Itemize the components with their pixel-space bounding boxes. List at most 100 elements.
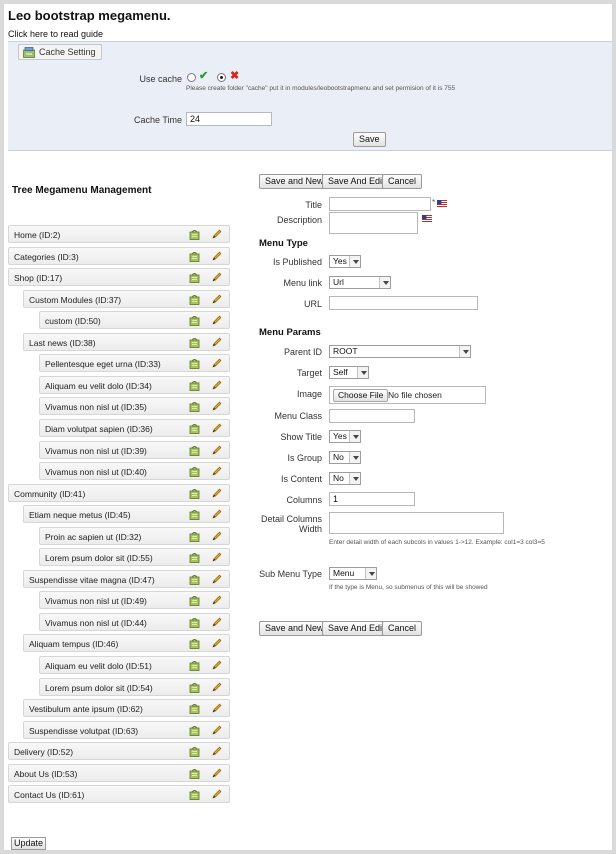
description-textarea[interactable] bbox=[329, 212, 418, 234]
parent-id-select[interactable]: ROOT bbox=[329, 345, 471, 358]
is-content-select[interactable]: No bbox=[329, 472, 361, 485]
edit-pencil-icon[interactable] bbox=[211, 660, 222, 671]
save-and-edit-button-bottom[interactable]: Save And Edit bbox=[322, 621, 391, 636]
delete-basket-icon[interactable] bbox=[189, 595, 200, 606]
tree-item[interactable]: Last news (ID:38) bbox=[23, 333, 230, 351]
tree-item[interactable]: Pellentesque eget urna (ID:33) bbox=[39, 354, 230, 372]
url-input[interactable] bbox=[329, 296, 478, 310]
delete-basket-icon[interactable] bbox=[189, 380, 200, 391]
title-input[interactable] bbox=[329, 197, 431, 211]
tree-item[interactable]: custom (ID:50) bbox=[39, 311, 230, 329]
edit-pencil-icon[interactable] bbox=[211, 315, 222, 326]
edit-pencil-icon[interactable] bbox=[211, 595, 222, 606]
tree-item[interactable]: Diam volutpat sapien (ID:36) bbox=[39, 419, 230, 437]
edit-pencil-icon[interactable] bbox=[211, 423, 222, 434]
image-file-input[interactable]: Choose File No file chosen bbox=[329, 386, 486, 404]
edit-pencil-icon[interactable] bbox=[211, 703, 222, 714]
edit-pencil-icon[interactable] bbox=[211, 294, 222, 305]
edit-pencil-icon[interactable] bbox=[211, 617, 222, 628]
choose-file-button[interactable]: Choose File bbox=[333, 389, 389, 402]
delete-basket-icon[interactable] bbox=[189, 401, 200, 412]
edit-pencil-icon[interactable] bbox=[211, 229, 222, 240]
delete-basket-icon[interactable] bbox=[189, 531, 200, 542]
columns-input[interactable] bbox=[329, 492, 415, 506]
tree-item[interactable]: Home (ID:2) bbox=[8, 225, 230, 243]
edit-pencil-icon[interactable] bbox=[211, 272, 222, 283]
tree-item[interactable]: Vivamus non nisl ut (ID:40) bbox=[39, 462, 230, 480]
delete-basket-icon[interactable] bbox=[189, 746, 200, 757]
tree-item[interactable]: Community (ID:41) bbox=[8, 484, 230, 502]
update-button[interactable]: Update bbox=[11, 837, 47, 850]
delete-basket-icon[interactable] bbox=[189, 423, 200, 434]
delete-basket-icon[interactable] bbox=[189, 466, 200, 477]
delete-basket-icon[interactable] bbox=[189, 229, 200, 240]
us-flag-icon[interactable] bbox=[437, 200, 447, 207]
is-published-select[interactable]: Yes bbox=[329, 255, 361, 268]
edit-pencil-icon[interactable] bbox=[211, 768, 222, 779]
tree-item[interactable]: Suspendisse volutpat (ID:63) bbox=[23, 721, 230, 739]
save-and-new-button[interactable]: Save and New bbox=[259, 174, 330, 189]
delete-basket-icon[interactable] bbox=[189, 617, 200, 628]
detail-columns-textarea[interactable] bbox=[329, 512, 504, 534]
cancel-button[interactable]: Cancel bbox=[382, 174, 423, 189]
edit-pencil-icon[interactable] bbox=[211, 789, 222, 800]
delete-basket-icon[interactable] bbox=[189, 703, 200, 714]
delete-basket-icon[interactable] bbox=[189, 315, 200, 326]
delete-basket-icon[interactable] bbox=[189, 638, 200, 649]
tree-item[interactable]: Vivamus non nisl ut (ID:39) bbox=[39, 441, 230, 459]
edit-pencil-icon[interactable] bbox=[211, 746, 222, 757]
edit-pencil-icon[interactable] bbox=[211, 682, 222, 693]
is-group-select[interactable]: No bbox=[329, 451, 361, 464]
tree-item[interactable]: Vestibulum ante ipsum (ID:62) bbox=[23, 699, 230, 717]
tree-item[interactable]: Lorem psum dolor sit (ID:54) bbox=[39, 678, 230, 696]
save-and-edit-button[interactable]: Save And Edit bbox=[322, 174, 391, 189]
tree-item[interactable]: Vivamus non nisl ut (ID:44) bbox=[39, 613, 230, 631]
edit-pencil-icon[interactable] bbox=[211, 725, 222, 736]
delete-basket-icon[interactable] bbox=[189, 251, 200, 262]
delete-basket-icon[interactable] bbox=[189, 552, 200, 563]
edit-pencil-icon[interactable] bbox=[211, 552, 222, 563]
target-select[interactable]: Self bbox=[329, 366, 369, 379]
edit-pencil-icon[interactable] bbox=[211, 466, 222, 477]
us-flag-icon[interactable] bbox=[422, 215, 432, 222]
edit-pencil-icon[interactable] bbox=[211, 638, 222, 649]
tree-item[interactable]: About Us (ID:53) bbox=[8, 764, 230, 782]
cancel-button-bottom[interactable]: Cancel bbox=[382, 621, 423, 636]
tree-item[interactable]: Vivamus non nisl ut (ID:35) bbox=[39, 397, 230, 415]
tree-item[interactable]: Etiam neque metus (ID:45) bbox=[23, 505, 230, 523]
edit-pencil-icon[interactable] bbox=[211, 531, 222, 542]
tree-item[interactable]: Delivery (ID:52) bbox=[8, 742, 230, 760]
tree-item[interactable]: Custom Modules (ID:37) bbox=[23, 290, 230, 308]
delete-basket-icon[interactable] bbox=[189, 488, 200, 499]
tree-item[interactable]: Aliquam eu velit dolo (ID:34) bbox=[39, 376, 230, 394]
use-cache-no-radio[interactable] bbox=[217, 73, 226, 82]
delete-basket-icon[interactable] bbox=[189, 574, 200, 585]
delete-basket-icon[interactable] bbox=[189, 725, 200, 736]
delete-basket-icon[interactable] bbox=[189, 337, 200, 348]
edit-pencil-icon[interactable] bbox=[211, 445, 222, 456]
delete-basket-icon[interactable] bbox=[189, 294, 200, 305]
delete-basket-icon[interactable] bbox=[189, 682, 200, 693]
tree-item[interactable]: Vivamus non nisl ut (ID:49) bbox=[39, 591, 230, 609]
tree-item[interactable]: Lorem psum dolor sit (ID:55) bbox=[39, 548, 230, 566]
delete-basket-icon[interactable] bbox=[189, 789, 200, 800]
edit-pencil-icon[interactable] bbox=[211, 358, 222, 369]
tree-item[interactable]: Categories (ID:3) bbox=[8, 247, 230, 265]
delete-basket-icon[interactable] bbox=[189, 509, 200, 520]
save-and-new-button-bottom[interactable]: Save and New bbox=[259, 621, 330, 636]
menu-class-input[interactable] bbox=[329, 409, 415, 423]
edit-pencil-icon[interactable] bbox=[211, 574, 222, 585]
edit-pencil-icon[interactable] bbox=[211, 337, 222, 348]
save-cache-button[interactable]: Save bbox=[353, 132, 386, 147]
tree-item[interactable]: Aliquam tempus (ID:46) bbox=[23, 634, 230, 652]
delete-basket-icon[interactable] bbox=[189, 660, 200, 671]
tree-item[interactable]: Proin ac sapien ut (ID:32) bbox=[39, 527, 230, 545]
delete-basket-icon[interactable] bbox=[189, 358, 200, 369]
tree-item[interactable]: Contact Us (ID:61) bbox=[8, 785, 230, 803]
edit-pencil-icon[interactable] bbox=[211, 488, 222, 499]
delete-basket-icon[interactable] bbox=[189, 445, 200, 456]
tree-item[interactable]: Suspendisse vitae magna (ID:47) bbox=[23, 570, 230, 588]
menu-link-select[interactable]: Url bbox=[329, 276, 391, 289]
edit-pencil-icon[interactable] bbox=[211, 251, 222, 262]
edit-pencil-icon[interactable] bbox=[211, 509, 222, 520]
